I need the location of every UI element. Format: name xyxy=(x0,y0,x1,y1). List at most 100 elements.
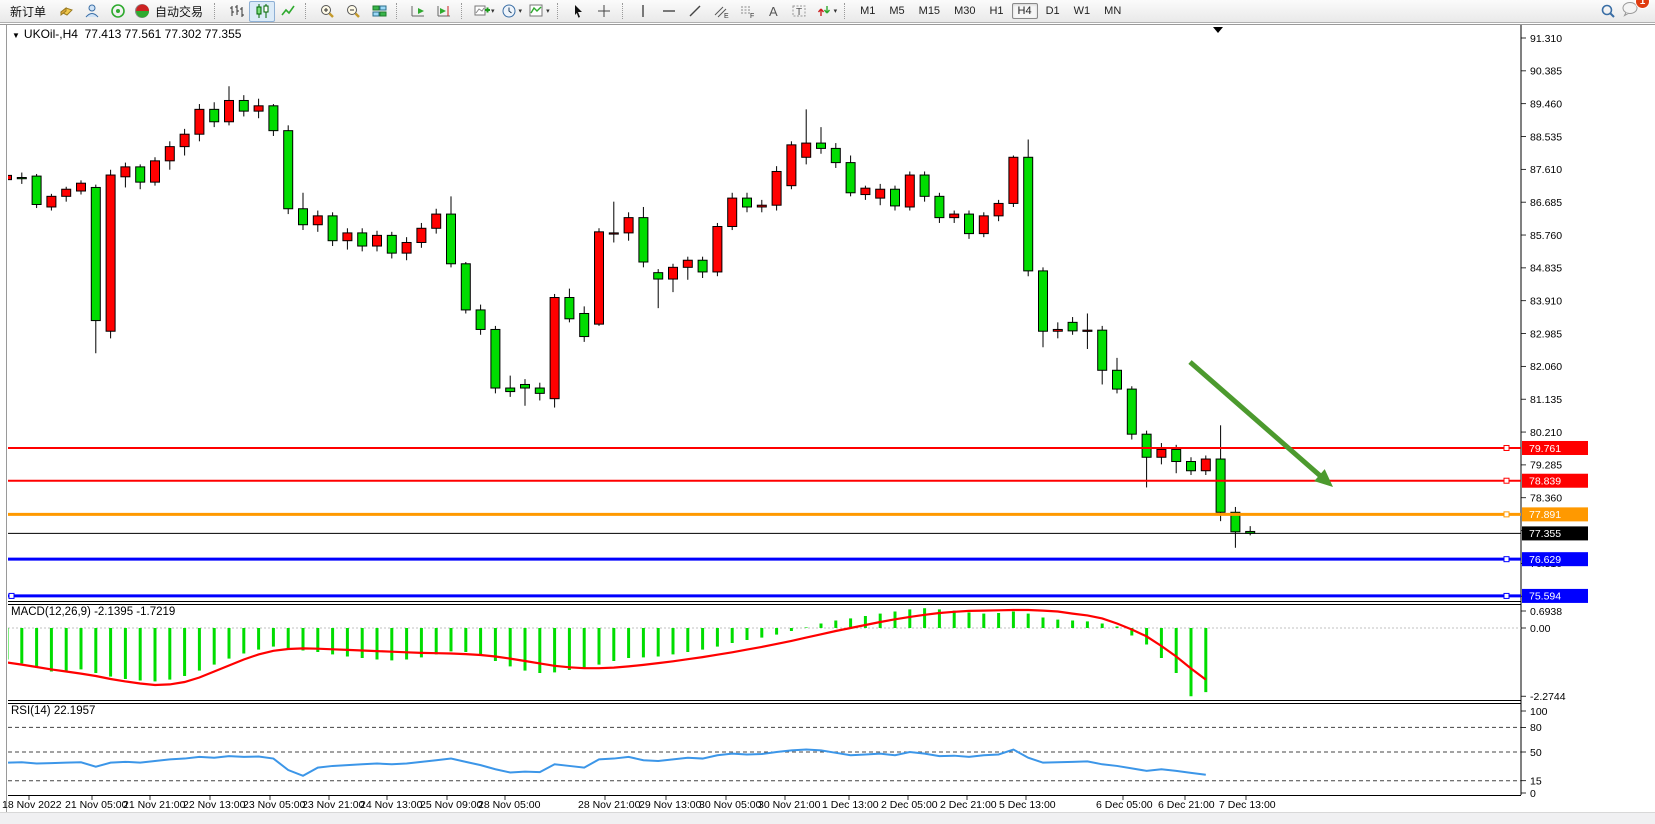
candle xyxy=(683,257,692,280)
timeframe-button-m5[interactable]: M5 xyxy=(883,3,910,19)
candle xyxy=(1157,443,1166,464)
time-label: 29 Nov 13:00 xyxy=(639,799,702,811)
toolbar: 新订单自动交易▾▾▾EFAT▾M1M5M15M30H1H4D1W1MN1 xyxy=(0,0,1655,23)
cursor-icon[interactable] xyxy=(566,1,592,22)
time-label: 21 Nov 05:00 xyxy=(65,799,128,811)
line-handle[interactable] xyxy=(1504,445,1509,450)
fibonacci-icon[interactable]: F xyxy=(735,1,761,22)
line-handle[interactable] xyxy=(1504,557,1509,562)
chart-shift-icon[interactable] xyxy=(431,1,457,22)
toolbar-separator xyxy=(396,3,402,19)
panel-borders xyxy=(8,25,1521,796)
timeframe-button-h1[interactable]: H1 xyxy=(983,3,1009,19)
toolbar-separator xyxy=(305,3,311,19)
toolbar-separator xyxy=(557,3,563,19)
timeframe-button-d1[interactable]: D1 xyxy=(1040,3,1066,19)
price-line[interactable]: 77.891 xyxy=(8,507,1588,521)
macd-scale: 0.69380.00-2.2744 xyxy=(1521,606,1566,703)
candle xyxy=(876,184,885,205)
macd-scale-label: 0.6938 xyxy=(1530,606,1562,618)
candle xyxy=(772,166,781,210)
chat-button[interactable]: 1 xyxy=(1621,0,1641,22)
new-chart-icon xyxy=(473,3,490,19)
price-line[interactable]: 76.629 xyxy=(8,552,1588,566)
timeframe-button-m1[interactable]: M1 xyxy=(854,3,881,19)
candle xyxy=(62,187,71,202)
candle xyxy=(535,383,544,401)
candle xyxy=(713,223,722,276)
candle xyxy=(32,174,41,208)
timeframe-button-w1[interactable]: W1 xyxy=(1068,3,1097,19)
new-order-button[interactable]: 新订单 xyxy=(3,1,53,22)
candle xyxy=(1201,455,1210,475)
chart-symbol: UKOil-,H4 xyxy=(24,27,78,41)
price-tick-label: 84.835 xyxy=(1530,263,1562,275)
time-label: 1 Dec 13:00 xyxy=(822,799,879,811)
timeframe-button-m15[interactable]: M15 xyxy=(913,3,946,19)
chart-shift-marker-icon[interactable] xyxy=(1213,27,1223,33)
line-handle[interactable] xyxy=(1504,512,1509,517)
candle xyxy=(550,294,559,408)
zoom-in-icon[interactable] xyxy=(314,1,340,22)
text-icon: A xyxy=(765,3,782,19)
text-label-icon[interactable]: T xyxy=(787,1,813,22)
connection-icon[interactable] xyxy=(105,1,131,22)
line-handle[interactable] xyxy=(1504,478,1509,483)
candle xyxy=(254,99,263,119)
line-handle[interactable] xyxy=(9,593,14,598)
line-chart-icon[interactable] xyxy=(275,1,301,22)
price-line[interactable]: 75.594 xyxy=(8,589,1588,603)
tile-windows-icon[interactable] xyxy=(366,1,392,22)
new-chart-icon[interactable]: ▾ xyxy=(470,1,498,22)
trendline-icon[interactable] xyxy=(683,1,709,22)
data-window-icon[interactable] xyxy=(79,1,105,22)
arrows-icon[interactable]: ▾ xyxy=(813,1,841,22)
line-handle[interactable] xyxy=(1504,593,1509,598)
time-label: 6 Dec 05:00 xyxy=(1096,799,1153,811)
channel-icon[interactable]: E xyxy=(709,1,735,22)
text-icon[interactable]: A xyxy=(761,1,787,22)
toolbar-separator xyxy=(214,3,220,19)
rsi-indicator-label: RSI(14) 22.1957 xyxy=(11,705,95,717)
time-label: 22 Nov 13:00 xyxy=(183,799,246,811)
trading-terminal-window: 新订单自动交易▾▾▾EFAT▾M1M5M15M30H1H4D1W1MN1 91.… xyxy=(0,0,1655,823)
price-line[interactable]: 78.839 xyxy=(8,474,1588,488)
crosshair-icon[interactable] xyxy=(592,1,618,22)
time-label: 30 Nov 05:00 xyxy=(699,799,762,811)
time-label: 5 Dec 13:00 xyxy=(999,799,1056,811)
rsi-scale-label: 100 xyxy=(1530,706,1548,718)
candle xyxy=(402,237,411,260)
time-label: 18 Nov 2022 xyxy=(2,799,62,811)
market-watch-icon[interactable] xyxy=(53,1,79,22)
crosshair-icon xyxy=(596,3,613,19)
bar-chart-icon[interactable] xyxy=(223,1,249,22)
macd-signal-line xyxy=(7,610,1206,685)
auto-scroll-icon[interactable] xyxy=(405,1,431,22)
candle xyxy=(861,186,870,200)
candle xyxy=(743,193,752,213)
candlestick-chart-icon[interactable] xyxy=(249,1,275,22)
toolbar-separator xyxy=(844,3,850,19)
candle xyxy=(358,228,367,251)
vertical-line-icon[interactable] xyxy=(631,1,657,22)
timeframe-button-h4[interactable]: H4 xyxy=(1012,3,1038,19)
candle xyxy=(136,164,145,189)
zoom-out-icon[interactable] xyxy=(340,1,366,22)
search-button[interactable] xyxy=(1595,1,1621,22)
candle xyxy=(846,156,855,197)
price-line[interactable]: 79.761 xyxy=(8,441,1588,455)
macd-scale-label: 0.00 xyxy=(1530,623,1551,635)
autotrade-button[interactable]: 自动交易 xyxy=(131,1,210,22)
timeframe-button-mn[interactable]: MN xyxy=(1098,3,1127,19)
timeframe-button-m30[interactable]: M30 xyxy=(948,3,981,19)
auto-scroll-icon xyxy=(410,3,427,19)
symbol-dropdown-icon[interactable]: ▼ xyxy=(12,31,20,40)
price-tick-label: 80.210 xyxy=(1530,427,1562,439)
trend-arrow-annotation[interactable] xyxy=(1190,362,1333,487)
indicators-icon[interactable]: ▾ xyxy=(525,1,553,22)
candle xyxy=(343,228,352,249)
vertical-line-icon xyxy=(635,3,652,19)
period-icon[interactable]: ▾ xyxy=(498,1,526,22)
chat-notification-badge: 1 xyxy=(1635,0,1650,9)
horizontal-line-icon[interactable] xyxy=(657,1,683,22)
